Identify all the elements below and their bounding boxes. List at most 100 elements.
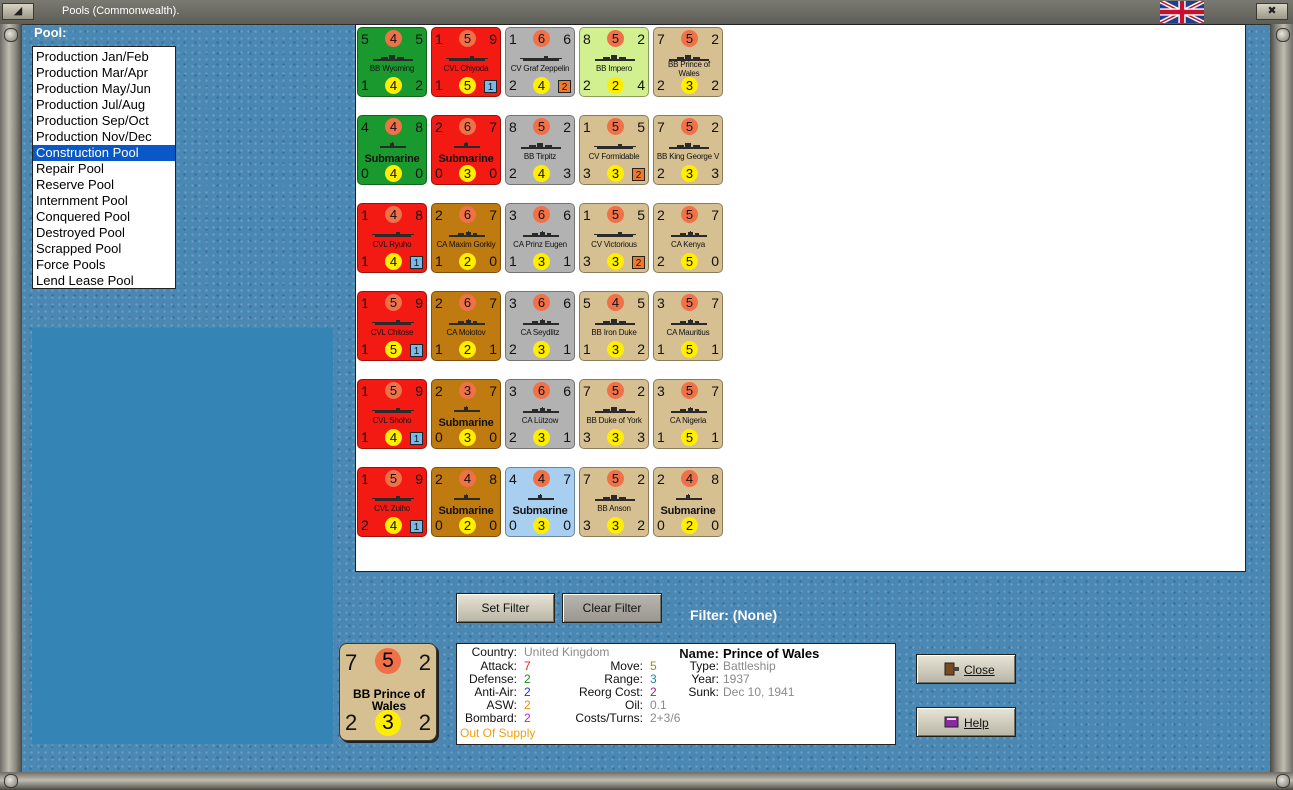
pool-list-item[interactable]: Construction Pool — [33, 145, 175, 161]
costs-label: Costs/Turns: — [575, 711, 643, 725]
unit-counter[interactable]: 5 4 5 BB Iron Duke 1 3 2 — [579, 291, 649, 361]
unit-counter[interactable]: 3 6 6 CA Seydlitz 2 3 1 — [505, 291, 575, 361]
pool-list-item[interactable]: Production Jan/Feb — [33, 49, 175, 65]
unit-counter[interactable]: 3 6 6 CA Prinz Eugen 1 3 1 — [505, 203, 575, 273]
counter-top-right: 7 — [489, 207, 497, 223]
left-panel — [32, 328, 333, 744]
close-button[interactable]: Close — [916, 654, 1016, 684]
counter-top-right: 9 — [415, 383, 423, 399]
unit-counter[interactable]: 8 5 2 BB Tirpitz 2 4 3 — [505, 115, 575, 185]
cruiser-icon — [523, 319, 559, 325]
unit-counter[interactable]: 2 4 8 Submarine 0 2 0 — [431, 467, 501, 537]
unit-counter[interactable]: 2 3 7 Submarine 0 3 0 — [431, 379, 501, 449]
window-close-button[interactable]: ✖ — [1256, 3, 1288, 20]
counter-unit-name: CVL Chiyoda — [443, 64, 489, 73]
unit-counter[interactable]: 1 5 5 CV Victorious 3 3 2 — [579, 203, 649, 273]
pool-list-item[interactable]: Destroyed Pool — [33, 225, 175, 241]
unit-counter[interactable]: 4 4 7 Submarine 0 3 0 — [505, 467, 575, 537]
pool-list-item[interactable]: Force Pools — [33, 257, 175, 273]
counter-unit-name: BB Impero — [596, 64, 632, 73]
pool-list-item[interactable]: Production Mar/Apr — [33, 65, 175, 81]
unit-counter[interactable]: 2 6 7 CA Molotov 1 2 1 — [431, 291, 501, 361]
counter-badge: 2 — [632, 256, 645, 269]
counter-bottom-center: 4 — [385, 165, 402, 182]
counter-top-left: 1 — [361, 383, 369, 399]
unit-counter[interactable]: 2 4 8 Submarine 0 2 0 — [653, 467, 723, 537]
counter-top-left: 1 — [583, 207, 591, 223]
submarine-icon — [528, 494, 554, 500]
counter-unit-name: CA Molotov — [446, 328, 486, 337]
unit-counter[interactable]: 7 5 2 BB Anson 3 3 2 — [579, 467, 649, 537]
unit-counter[interactable]: 1 4 8 CVL Ryuho 1 4 1 — [357, 203, 427, 273]
counter-top-right: 2 — [637, 471, 645, 487]
counter-top-center: 5 — [607, 30, 624, 47]
counter-top-left: 7 — [657, 119, 665, 135]
unit-counter[interactable]: 3 5 7 CA Nigeria 1 5 1 — [653, 379, 723, 449]
pool-list-item[interactable]: Scrapped Pool — [33, 241, 175, 257]
clear-filter-button[interactable]: Clear Filter — [562, 593, 662, 623]
unit-counter[interactable]: 8 5 2 BB Impero 2 2 4 — [579, 27, 649, 97]
counter-top-right: 7 — [711, 207, 719, 223]
counter-bottom-center: 3 — [533, 253, 550, 270]
pool-list-item[interactable]: Production Nov/Dec — [33, 129, 175, 145]
unit-counter[interactable]: 3 5 7 CA Mauritius 1 5 1 — [653, 291, 723, 361]
unit-counter[interactable]: 7 5 2 BB King George V233 — [653, 115, 723, 185]
counter-bottom-center: 4 — [385, 77, 402, 94]
counter-badge: 2 — [632, 168, 645, 181]
help-button[interactable]: Help — [916, 707, 1016, 737]
unit-counter[interactable]: 1 5 5 CV Formidable 3 3 2 — [579, 115, 649, 185]
unit-counter[interactable]: 1 5 9 CVL Zuiho 2 4 1 — [357, 467, 427, 537]
set-filter-button[interactable]: Set Filter — [456, 593, 555, 623]
unit-counter[interactable]: 5 4 5 BB Wyoming 1 4 2 — [357, 27, 427, 97]
counter-badge: 1 — [410, 344, 423, 357]
counter-top-center: 6 — [459, 206, 476, 223]
counter-top-left: 1 — [583, 119, 591, 135]
counter-top-center: 5 — [681, 382, 698, 399]
counter-top-left: 1 — [509, 31, 517, 47]
pool-list-item[interactable]: Conquered Pool — [33, 209, 175, 225]
unit-counter[interactable]: 3 6 6 CA Lützow 2 3 1 — [505, 379, 575, 449]
counter-top-right: 6 — [563, 295, 571, 311]
counter-top-right: 6 — [563, 207, 571, 223]
pool-list[interactable]: Production Jan/Feb Production Mar/Apr Prod… — [32, 46, 176, 289]
carrier-icon — [372, 408, 414, 413]
pool-list-item[interactable]: Internment Pool — [33, 193, 175, 209]
counter-bottom-right: 0 — [711, 517, 719, 533]
cruiser-icon — [671, 407, 707, 413]
pool-list-item[interactable]: Lend Lease Pool — [33, 273, 175, 289]
counter-bottom-center: 2 — [459, 341, 476, 358]
unit-counter[interactable]: 1 5 9 CVL Chitose 1 5 1 — [357, 291, 427, 361]
unit-counter[interactable]: 1 5 9 CVL Chiyoda 1 5 1 — [431, 27, 501, 97]
pool-list-item[interactable]: Repair Pool — [33, 161, 175, 177]
counter-bottom-center: 5 — [681, 253, 698, 270]
pool-list-item[interactable]: Production May/Jun — [33, 81, 175, 97]
counter-bottom-right: 2 — [637, 517, 645, 533]
counter-bottom-right: 1 — [711, 429, 719, 445]
unit-counter[interactable]: 1 5 9 CVL Shoho 1 4 1 — [357, 379, 427, 449]
counter-top-left: 4 — [509, 471, 517, 487]
pool-list-item[interactable]: Production Sep/Oct — [33, 113, 175, 129]
counter-unit-name: Submarine — [660, 505, 716, 517]
unit-counter[interactable]: 2 6 7 Submarine 0 3 0 — [431, 115, 501, 185]
carrier-icon — [372, 320, 414, 325]
unit-counter[interactable]: 2 5 7 CA Kenya 2 5 0 — [653, 203, 723, 273]
counter-top-left: 2 — [435, 207, 443, 223]
counter-unit-name: CVL Zuiho — [374, 504, 410, 513]
counter-top-right: 2 — [418, 650, 431, 675]
unit-counter[interactable]: 7 5 2 BB Prince of Wales 2 3 2 — [653, 27, 723, 97]
pool-list-item[interactable]: Reserve Pool — [33, 177, 175, 193]
counter-top-right: 7 — [711, 383, 719, 399]
unit-counter[interactable]: 4 4 8 Submarine 0 4 0 — [357, 115, 427, 185]
unit-counter[interactable]: 7 5 2 BB Duke of York 3 3 3 — [579, 379, 649, 449]
pool-list-item[interactable]: Production Jul/Aug — [33, 97, 175, 113]
close-door-icon — [944, 662, 959, 676]
resize-grip-icon[interactable] — [4, 774, 18, 788]
counter-bottom-left: 1 — [657, 429, 665, 445]
window-menu-button[interactable]: ◢ — [2, 3, 34, 20]
counter-top-center: 5 — [607, 470, 624, 487]
counter-top-left: 5 — [361, 31, 369, 47]
unit-counter[interactable]: 2 6 7 CA Maxim Gorkiy 1 2 0 — [431, 203, 501, 273]
unit-counter[interactable]: 1 6 6 CV Graf Zeppelin 2 4 2 — [505, 27, 575, 97]
resize-grip-icon[interactable] — [1276, 774, 1290, 788]
counter-bottom-left: 2 — [509, 341, 517, 357]
